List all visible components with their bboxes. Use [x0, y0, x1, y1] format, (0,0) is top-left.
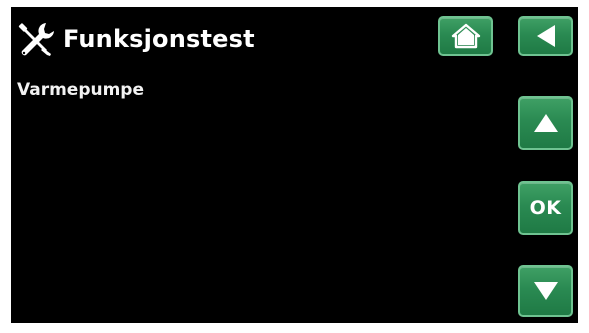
ok-button[interactable]: OK	[518, 181, 573, 235]
page-title: Funksjonstest	[63, 25, 255, 53]
home-icon	[451, 23, 481, 49]
down-button[interactable]	[518, 265, 573, 317]
home-button[interactable]	[438, 16, 493, 56]
ok-label: OK	[529, 197, 562, 219]
up-button[interactable]	[518, 96, 573, 150]
down-arrow-icon	[532, 280, 560, 302]
back-button[interactable]	[518, 16, 573, 56]
menu-item-varmepumpe[interactable]: Varmepumpe	[17, 80, 144, 100]
up-arrow-icon	[532, 112, 560, 134]
wrench-screwdriver-icon	[16, 20, 56, 60]
back-arrow-icon	[535, 24, 557, 48]
display-screen: Funksjonstest Varmepumpe OK	[11, 7, 578, 323]
